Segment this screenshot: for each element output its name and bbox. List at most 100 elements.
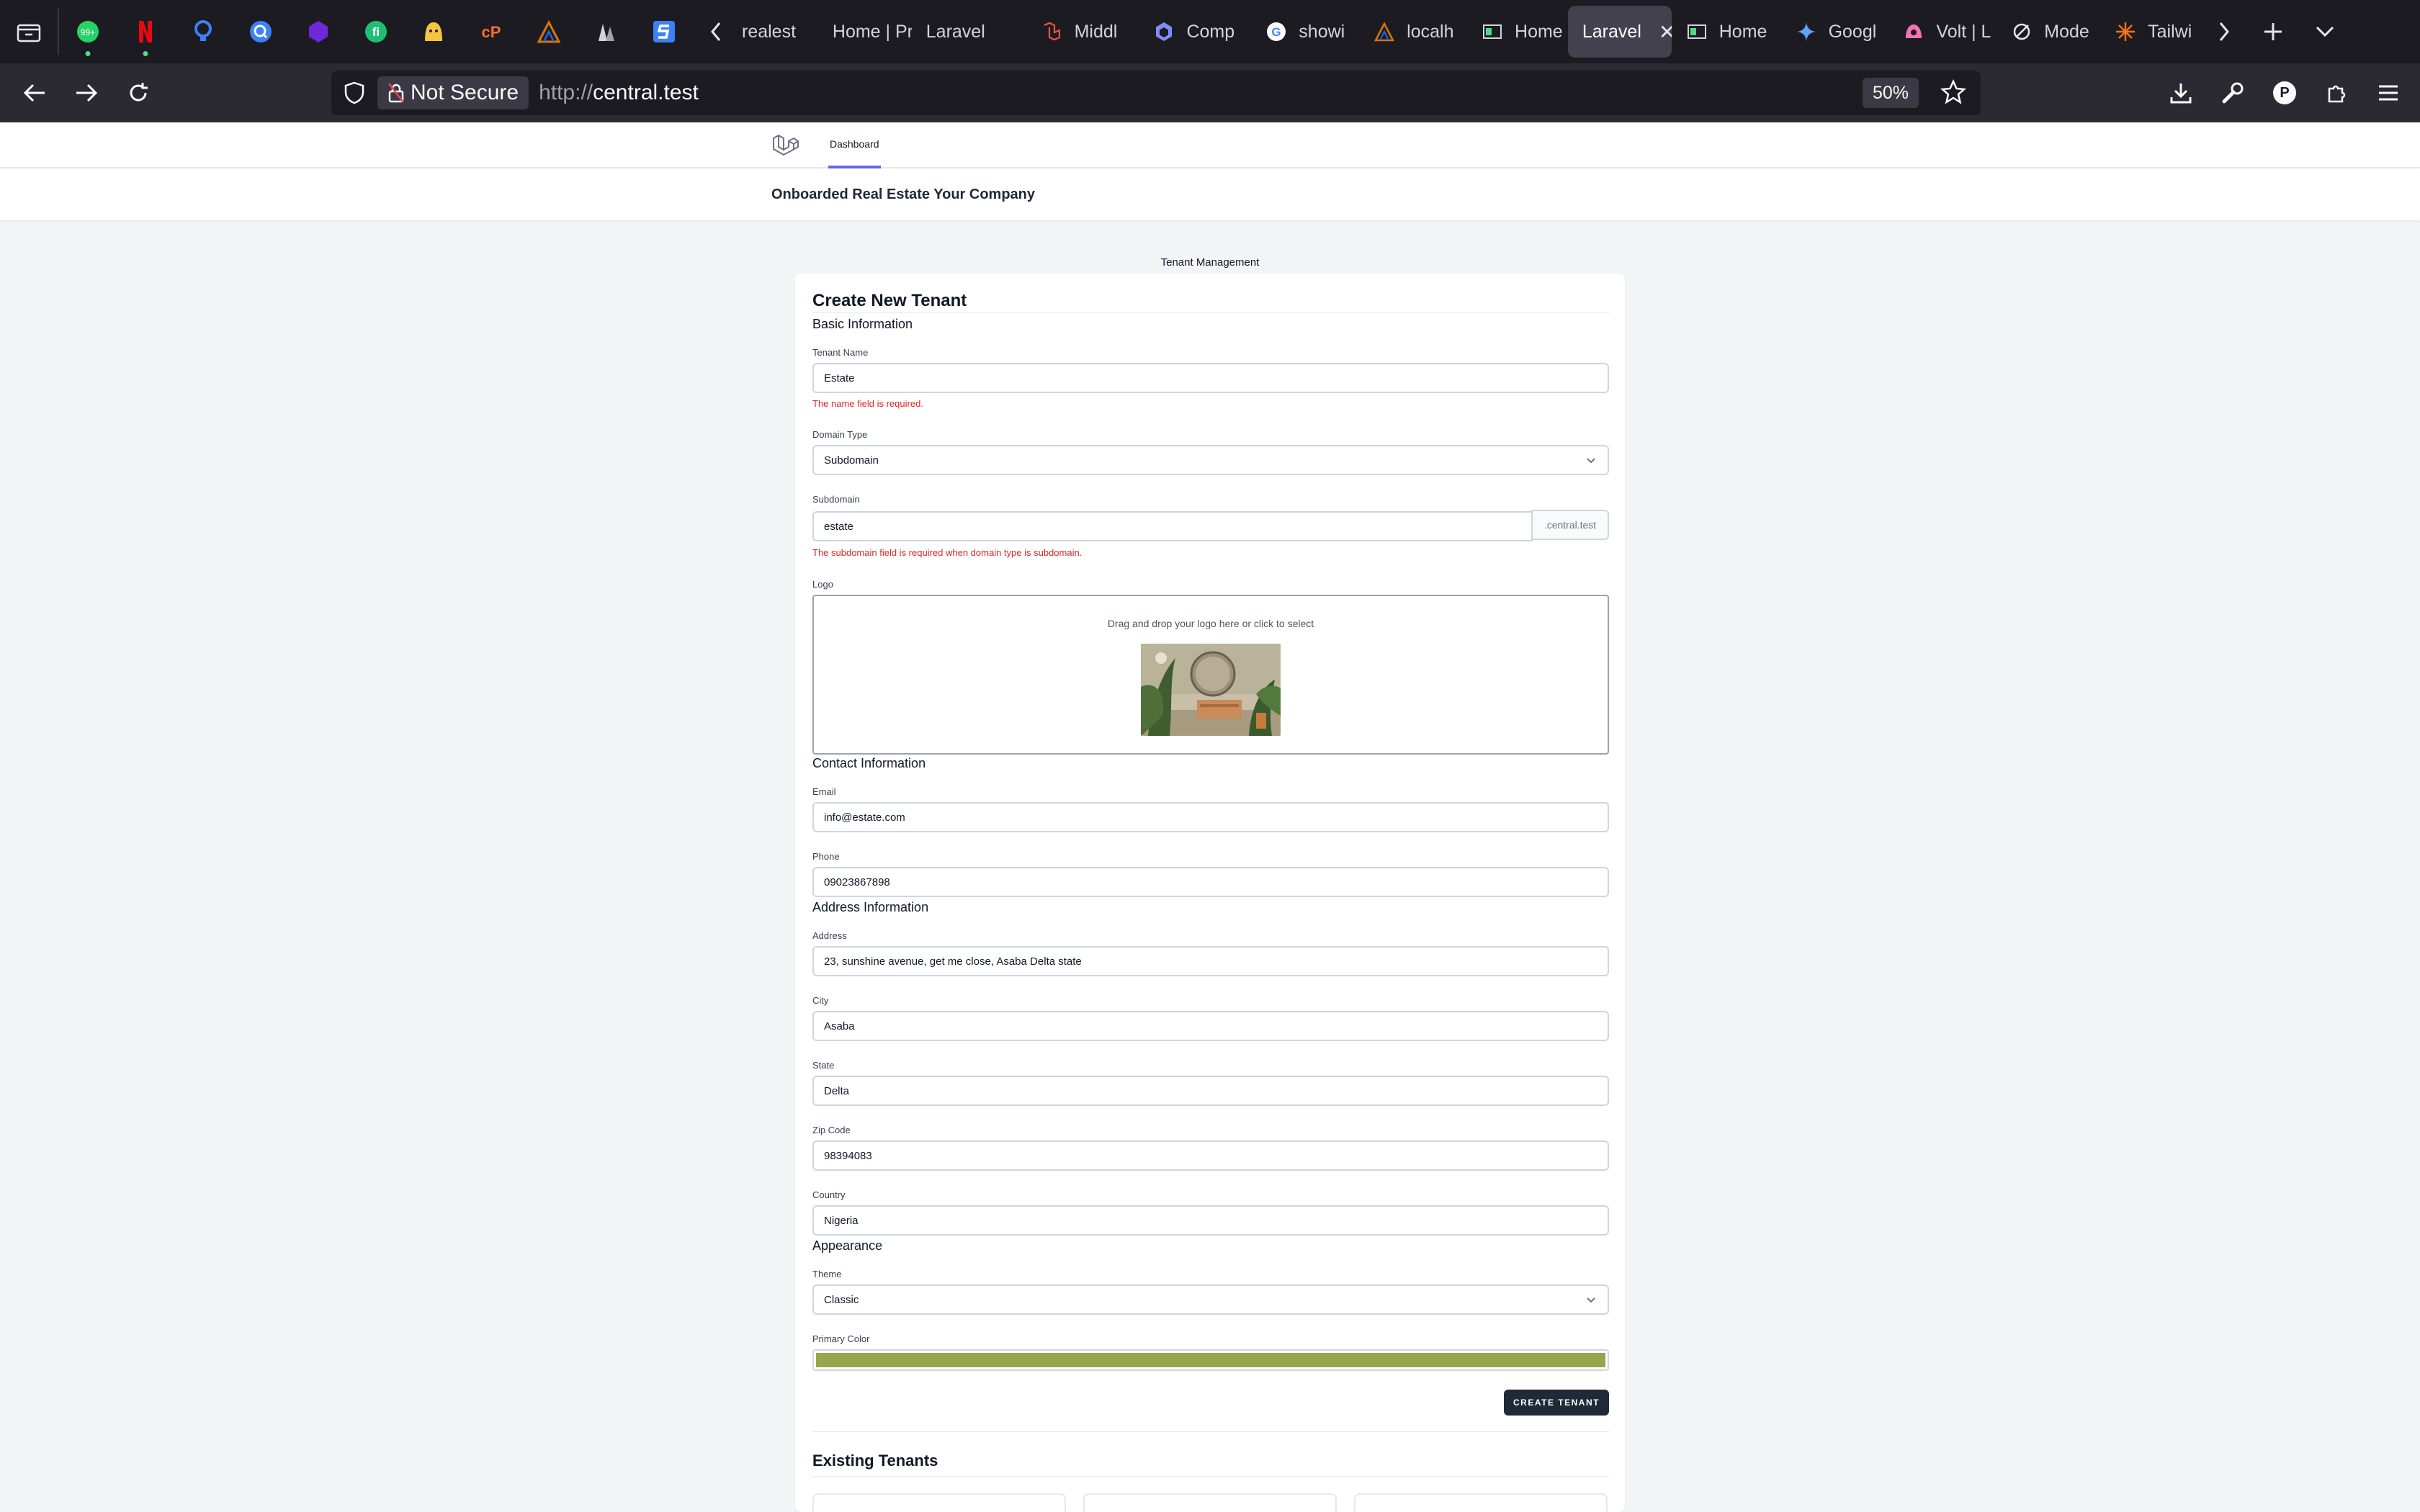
laragon-icon [537,19,561,43]
logo-dropzone[interactable]: Drag and drop your logo here or click to… [812,595,1609,755]
svg-text:G: G [1272,25,1281,39]
svg-text:fi: fi [372,25,380,39]
lock-slash-icon [388,83,404,103]
pinned-tabs: 99+ fi cP [59,0,693,63]
url-text[interactable]: http://central.test [539,81,699,105]
tabs-scroll-left-icon[interactable] [693,0,739,63]
form-divider [812,312,1609,313]
laravel-icon [1044,22,1060,41]
google-icon: G [1267,22,1286,41]
tab-comp[interactable]: Comp [1139,6,1251,58]
pinned-tab-laragon[interactable] [520,0,578,63]
primary-color-picker[interactable] [812,1349,1609,1371]
appearance-heading: Appearance [812,1238,883,1253]
docs-icon [599,24,614,41]
tab-laravel-active[interactable]: Laravel ✕ [1567,6,1672,58]
pinned-tab-bulb[interactable] [174,0,232,63]
svg-text:99+: 99+ [81,27,95,37]
existing-divider [812,1431,1609,1432]
subdomain-input[interactable]: estate [812,511,1533,541]
form-title: Create New Tenant [812,291,967,310]
s-logo-icon [653,21,675,42]
zip-code-field[interactable]: 98394083 [812,1140,1609,1171]
reload-icon[interactable] [112,63,164,122]
tab-home-pr[interactable]: Home | Pr [818,6,912,58]
search-q-icon [250,21,272,42]
theme-label: Theme [812,1269,842,1279]
address-info-heading: Address Information [812,900,929,914]
close-tab-icon[interactable]: ✕ [1659,20,1672,44]
subdomain-suffix: .central.test [1531,510,1609,540]
avatar: P [2273,81,2296,104]
pinned-tab-hexagon[interactable] [290,0,347,63]
gemini-icon [1796,22,1816,41]
tab-tailwind[interactable]: Tailwi [2100,6,2201,58]
tenant-card[interactable] [812,1493,1066,1512]
site-security-indicator[interactable]: Not Secure [377,76,529,109]
forward-arrow-icon[interactable] [60,63,112,122]
pinned-tab-docs[interactable] [578,0,635,63]
create-tenant-button[interactable]: CREATE TENANT [1504,1390,1609,1416]
back-arrow-icon[interactable] [9,63,60,122]
browser-nav-bar: Not Secure http://central.test 50% P [0,63,2420,122]
subdomain-error: The subdomain field is required when dom… [812,547,1083,558]
pinned-tab-search[interactable] [232,0,290,63]
address-field[interactable]: 23, sunshine avenue, get me close, Asaba… [812,946,1609,976]
pinned-tab-whatsapp[interactable]: 99+ [59,0,117,63]
tab-strip: realest Home | Pr Laravel Middl Comp G s… [739,0,2201,63]
tracking-shield-icon[interactable] [331,81,377,104]
domain-type-label: Domain Type [812,429,868,440]
profile-avatar[interactable]: P [2259,63,2311,122]
pinned-tab-cpanel[interactable]: cP [462,0,520,63]
tab-showing[interactable]: G showi [1251,6,1359,58]
smiley-icon [425,22,442,41]
tenant-name-input[interactable]: Estate [812,363,1609,393]
tab-realest[interactable]: realest [739,6,818,58]
phone-field[interactable]: 09023867898 [812,867,1609,897]
tab-moderne[interactable]: Mode [1996,6,2100,58]
theme-select[interactable]: Classic [812,1284,1609,1315]
tab-middleware[interactable]: Middl [1027,6,1139,58]
page-content: Dashboard Onboarded Real Estate Your Com… [0,122,2420,1512]
spark-icon [2116,22,2136,41]
wrench-icon[interactable] [2207,63,2259,122]
city-field[interactable]: Asaba [812,1011,1609,1041]
pinned-tab-netflix[interactable] [117,0,174,63]
tab-home-2[interactable]: Home [1672,6,1781,58]
extensions-puzzle-icon[interactable] [2311,63,2362,122]
zoom-level-button[interactable]: 50% [1862,78,1919,108]
email-label: Email [812,786,836,797]
tab-volt[interactable]: Volt | L [1888,6,1996,58]
domain-type-select[interactable]: Subdomain [812,445,1609,475]
theme-value: Classic [824,1293,859,1306]
list-all-tabs-icon[interactable] [2299,0,2351,63]
cpanel-icon: cP [482,23,501,41]
pinned-tab-s-logo[interactable] [635,0,693,63]
tab-laravel-1[interactable]: Laravel [912,6,1027,58]
primary-color-swatch [816,1353,1605,1367]
tabs-scroll-right-icon[interactable] [2201,0,2247,63]
downloads-icon[interactable] [2155,63,2207,122]
tenant-card[interactable] [1083,1493,1337,1512]
basic-info-heading: Basic Information [812,317,913,331]
pinned-tab-smiley[interactable] [405,0,462,63]
country-field[interactable]: Nigeria [812,1205,1609,1236]
tab-home-1[interactable]: Home [1467,6,1568,58]
menu-hamburger-icon[interactable] [2362,63,2414,122]
tenant-card[interactable] [1354,1493,1608,1512]
laragon-icon [1374,22,1395,42]
address-label: Address [812,930,847,941]
email-field[interactable]: info@estate.com [812,802,1609,832]
fiverr-icon: fi [365,21,387,42]
address-bar[interactable]: Not Secure http://central.test 50% [331,71,1981,115]
whatsapp-icon: 99+ [77,21,99,42]
tab-localhost[interactable]: localh [1359,6,1467,58]
tab-overview-icon[interactable] [0,0,58,63]
tenant-form: Create New Tenant Basic Information Tena… [795,122,1625,1512]
new-tab-icon[interactable] [2247,0,2299,63]
pinned-tab-fiverr[interactable]: fi [347,0,405,63]
state-field[interactable]: Delta [812,1076,1609,1106]
bulb-icon [194,20,212,41]
bookmark-star-icon[interactable] [1940,78,1967,109]
tab-google[interactable]: Googl [1781,6,1889,58]
